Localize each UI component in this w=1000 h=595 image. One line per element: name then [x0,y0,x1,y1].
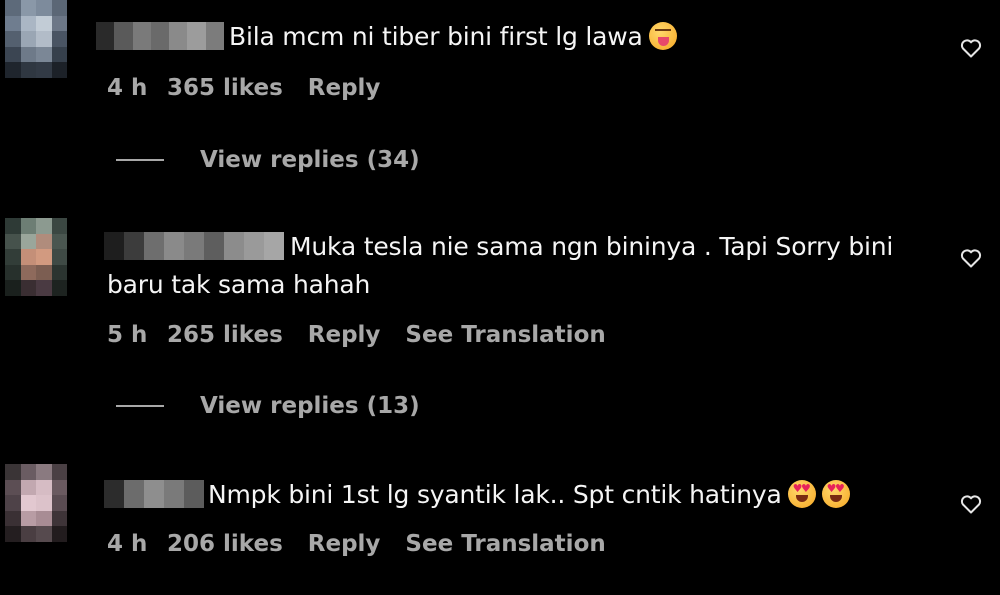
reply-button[interactable]: Reply [308,531,381,557]
timestamp: 4 h [107,75,148,101]
comment-body: Nmpk bini 1st lg syantik lak.. Spt cntik… [208,480,782,509]
username[interactable] [96,22,224,50]
avatar[interactable] [5,218,67,296]
see-translation-button[interactable]: See Translation [405,322,605,348]
divider-line [116,159,164,161]
comment-text: baru tak sama hahah [107,266,370,304]
like-heart-icon[interactable] [959,492,983,516]
likes-count[interactable]: 365 likes [167,75,283,101]
see-translation-button[interactable]: See Translation [405,531,605,557]
reply-button[interactable]: Reply [308,75,381,101]
like-heart-icon[interactable] [959,246,983,270]
view-replies-label: View replies (34) [200,147,420,173]
heart-eyes-emoji [787,480,816,508]
like-heart-icon[interactable] [959,36,983,60]
avatar[interactable] [5,464,67,542]
comment-meta: 5 h 265 likes Reply See Translation [107,322,606,348]
comment-text: Muka tesla nie sama ngn bininya . Tapi S… [290,228,893,266]
comment-item: Bila mcm ni tiber bini first lg lawa 4 h… [0,0,1000,190]
username[interactable] [104,480,204,508]
comment-body-line2: baru tak sama hahah [107,270,371,299]
comment-text: Nmpk bini 1st lg syantik lak.. Spt cntik… [208,476,850,514]
view-replies-button[interactable]: View replies (13) [116,393,420,419]
reply-button[interactable]: Reply [308,322,381,348]
avatar[interactable] [5,0,67,78]
timestamp: 5 h [107,322,148,348]
heart-eyes-emoji [821,480,850,508]
likes-count[interactable]: 206 likes [167,531,283,557]
comment-meta: 4 h 206 likes Reply See Translation [107,531,606,557]
comment-item: Nmpk bini 1st lg syantik lak.. Spt cntik… [0,458,1000,595]
view-replies-button[interactable]: View replies (34) [116,147,420,173]
comment-meta: 4 h 365 likes Reply [107,75,405,101]
comment-body: Bila mcm ni tiber bini first lg lawa [229,22,643,51]
view-replies-label: View replies (13) [200,393,420,419]
comment-text: Bila mcm ni tiber bini first lg lawa [229,18,677,56]
comment-body-line1: Muka tesla nie sama ngn bininya . Tapi S… [290,232,894,261]
likes-count[interactable]: 265 likes [167,322,283,348]
timestamp: 4 h [107,531,148,557]
divider-line [116,405,164,407]
comment-item: Muka tesla nie sama ngn bininya . Tapi S… [0,210,1000,430]
username[interactable] [104,232,284,260]
face-with-tongue-emoji [648,22,677,50]
